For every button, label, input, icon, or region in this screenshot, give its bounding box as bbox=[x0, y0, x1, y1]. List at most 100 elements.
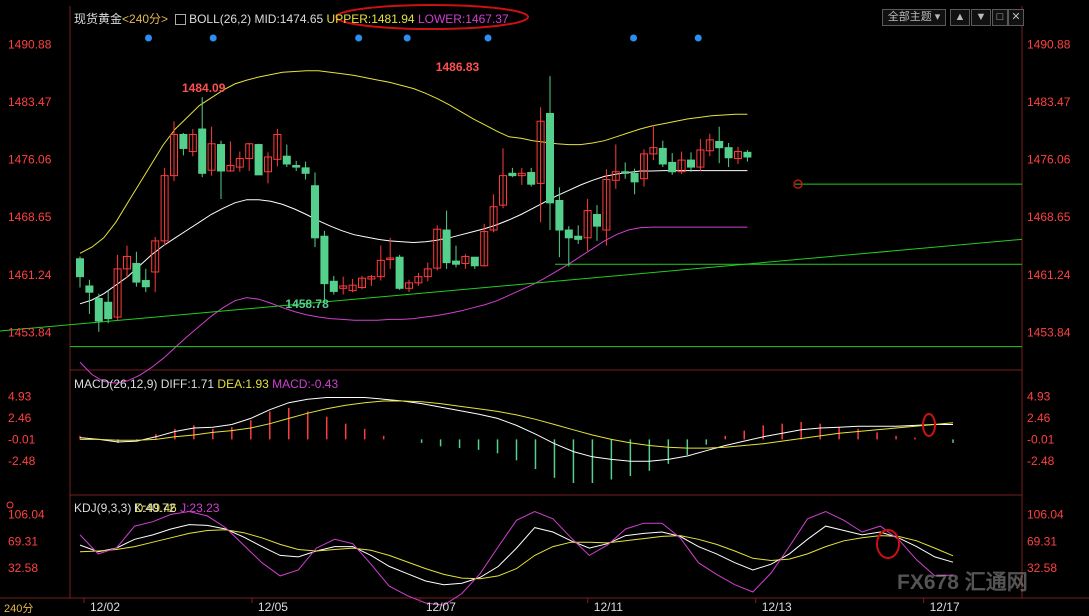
y-tick-right: 1461.24 bbox=[1027, 268, 1071, 282]
macd-y-tick-left: -0.01 bbox=[8, 432, 36, 446]
macd-y-tick-right: -2.48 bbox=[1027, 454, 1055, 468]
candle-body bbox=[395, 256, 404, 289]
boll-lower: LOWER:1467.37 bbox=[417, 12, 509, 26]
candle-body bbox=[743, 151, 752, 158]
signal-dot bbox=[630, 34, 638, 42]
theme-dropdown-label: 全部主题 bbox=[887, 11, 932, 23]
boll-mid: MID:1474.65 bbox=[254, 12, 324, 26]
theme-dropdown[interactable]: 全部主题 ▾ bbox=[882, 9, 946, 26]
signal-dot bbox=[355, 34, 363, 42]
watermark-logo: FX678 汇通网 bbox=[897, 571, 1028, 594]
macd-y-tick-left: -2.48 bbox=[8, 454, 36, 468]
boll-name: BOLL(26,2) bbox=[189, 12, 252, 26]
signal-dot bbox=[209, 34, 217, 42]
boll-upper: UPPER:1481.94 bbox=[326, 12, 415, 26]
main-header: 现货黄金<240分> BOLL(26,2) MID:1474.65 UPPER:… bbox=[74, 10, 509, 27]
instrument-title: 现货黄金 bbox=[74, 12, 123, 26]
candle-body bbox=[282, 155, 291, 165]
close-icon[interactable]: ✕ bbox=[1008, 9, 1024, 26]
macd-y-tick-right: 2.46 bbox=[1027, 411, 1051, 425]
y-tick-left: 1461.24 bbox=[8, 268, 52, 282]
candle-body bbox=[546, 112, 554, 204]
y-axis-labels: 1490.88 1490.88 1483.47 1483.47 1476.06 1476.… bbox=[8, 37, 1071, 339]
macd-name: MACD(26,12,9) bbox=[74, 377, 158, 391]
macd-header: MACD(26,12,9) DIFF:1.71 DEA:1.93 MACD:-0… bbox=[74, 377, 338, 391]
candle-body bbox=[198, 128, 207, 174]
candle-body bbox=[621, 171, 630, 174]
candle-body bbox=[527, 172, 536, 185]
x-tick-label: 12/07 bbox=[426, 600, 456, 614]
chart-canvas[interactable]: 1484.09 1486.83 1458.78 1490.88 1490.88 1483… bbox=[0, 0, 1089, 616]
x-tick-label: 12/13 bbox=[762, 600, 792, 614]
candle-body bbox=[179, 133, 188, 149]
candle-body bbox=[658, 147, 667, 165]
candle-body bbox=[668, 161, 677, 173]
y-tick-right: 1468.65 bbox=[1027, 210, 1071, 224]
period-tag[interactable]: 240分 bbox=[4, 600, 33, 616]
signal-dot bbox=[145, 34, 153, 42]
candle-body bbox=[630, 172, 639, 183]
candle-body bbox=[94, 297, 103, 322]
down-arrow-button[interactable]: ▼ bbox=[971, 9, 991, 26]
boll-lower-line bbox=[79, 226, 748, 384]
period-label[interactable]: <240分> bbox=[122, 12, 168, 26]
candle-body bbox=[555, 199, 564, 231]
kdj-y-tick-right: 106.04 bbox=[1027, 507, 1064, 521]
y-tick-left: 1453.84 bbox=[8, 325, 52, 339]
x-tick-label: 12/02 bbox=[90, 600, 120, 614]
macd-y-tick-left: 4.93 bbox=[8, 389, 32, 403]
y-tick-left: 1476.06 bbox=[8, 153, 52, 167]
macd-y-tick-right: -0.01 bbox=[1027, 432, 1055, 446]
kdj-y-tick-right: 69.31 bbox=[1027, 534, 1057, 548]
candle-body bbox=[574, 235, 583, 240]
macd-y-tick-left: 2.46 bbox=[8, 411, 32, 425]
candle-body bbox=[311, 185, 319, 239]
x-axis: 12/02 12/05 12/07 12/11 12/13 12/17 bbox=[83, 598, 960, 614]
candle-body bbox=[76, 258, 84, 278]
macd-panel: 4.93 4.93 2.46 2.46 -0.01 -0.01 -2.48 -2.48 bbox=[8, 389, 1055, 484]
candle-body bbox=[320, 235, 329, 285]
candle-body bbox=[470, 256, 479, 267]
candle-body bbox=[452, 260, 460, 265]
candle-body bbox=[329, 280, 338, 292]
candle-body bbox=[301, 167, 310, 174]
candle-body bbox=[217, 144, 225, 172]
signal-dot bbox=[403, 34, 411, 42]
boll-mid-line bbox=[79, 170, 748, 305]
kdj-y-tick-left: 69.31 bbox=[8, 534, 38, 548]
macd-y-tick-right: 4.93 bbox=[1027, 389, 1051, 403]
up-arrow-button[interactable]: ▲ bbox=[950, 9, 970, 26]
y-tick-right: 1490.88 bbox=[1027, 37, 1071, 51]
kdj-y-tick-right: 32.58 bbox=[1027, 561, 1057, 575]
candle-body bbox=[564, 229, 573, 239]
y-tick-left: 1490.88 bbox=[8, 37, 52, 51]
x-tick-label: 12/17 bbox=[930, 600, 960, 614]
indicator-settings-icon[interactable] bbox=[174, 14, 186, 26]
kdj-name: KDJ(9,3,3) bbox=[74, 501, 132, 515]
candle-body bbox=[132, 262, 141, 283]
price-label: 1484.09 bbox=[182, 81, 226, 95]
window-button-icon[interactable]: □ bbox=[992, 9, 1008, 26]
candle-body bbox=[593, 213, 601, 227]
candle-body bbox=[254, 144, 263, 176]
x-tick-label: 12/11 bbox=[594, 600, 623, 614]
macd-dea: DEA:1.93 bbox=[217, 377, 269, 391]
candle-body bbox=[141, 280, 150, 288]
trendlines bbox=[0, 183, 1023, 348]
kdj-k-line bbox=[79, 524, 954, 586]
candle-body bbox=[292, 165, 301, 168]
macd-value: MACD:-0.43 bbox=[272, 377, 339, 391]
kdj-y-tick-left: 106.04 bbox=[8, 507, 45, 521]
kdj-k: K:40.72 bbox=[134, 501, 176, 515]
macd-diff: DIFF:1.71 bbox=[160, 377, 215, 391]
candle-body bbox=[104, 301, 113, 320]
price-label: 1486.83 bbox=[436, 60, 480, 74]
bollinger-bands bbox=[79, 70, 748, 384]
signal-dot bbox=[694, 34, 702, 42]
signal-dot bbox=[484, 34, 492, 42]
kdj-y-tick-left: 32.58 bbox=[8, 561, 38, 575]
kdj-d-line bbox=[79, 529, 954, 580]
candle-body bbox=[687, 159, 695, 168]
candle-body bbox=[508, 172, 517, 177]
y-tick-left: 1468.65 bbox=[8, 210, 52, 224]
